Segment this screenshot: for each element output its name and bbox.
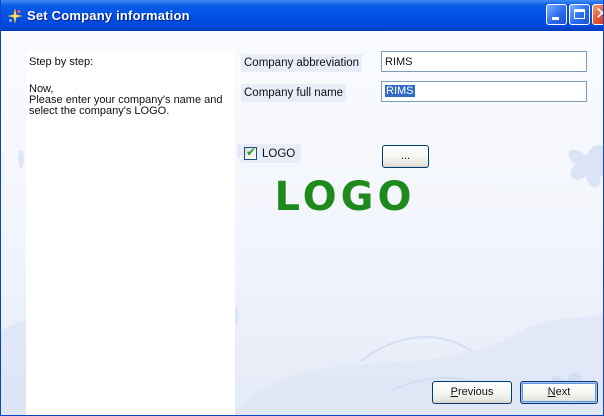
next-hotkey: N <box>547 386 556 398</box>
company-full-name-input[interactable]: RIMS <box>381 81 587 102</box>
next-label-rest: ext <box>555 386 571 398</box>
logo-preview-image: LOGO <box>275 174 416 220</box>
instruction-text: Now, Please enter your company's name an… <box>29 83 223 117</box>
company-abbreviation-label: Company abbreviation <box>241 54 363 72</box>
minimize-button[interactable] <box>546 4 567 25</box>
next-button[interactable]: Next <box>520 381 598 404</box>
logo-checkbox-box[interactable]: ✔ <box>244 145 257 160</box>
logo-preview-text: LOGO <box>275 174 416 220</box>
logo-checkbox-label: LOGO <box>262 147 296 160</box>
maximize-icon <box>574 9 585 19</box>
client-area: Step by step: Now, Please enter your com… <box>1 31 603 415</box>
step-by-step-label: Step by step: <box>29 56 94 68</box>
company-abbreviation-input[interactable] <box>381 51 587 72</box>
close-button[interactable]: ✕ <box>592 4 603 25</box>
window-controls: ✕ <box>546 4 603 25</box>
previous-label-rest: revious <box>457 386 494 398</box>
check-icon: ✔ <box>246 145 257 159</box>
sparkle-star-icon <box>7 8 23 23</box>
set-company-window: Set Company information ✕ <box>0 0 604 416</box>
company-full-name-label: Company full name <box>241 84 347 102</box>
previous-button[interactable]: Previous <box>432 381 512 404</box>
company-full-name-value: RIMS <box>385 85 415 97</box>
previous-hotkey: P <box>450 386 458 398</box>
window-title: Set Company information <box>27 8 190 23</box>
minimize-icon <box>552 17 559 20</box>
maximize-button[interactable] <box>569 4 590 25</box>
close-icon: ✕ <box>595 4 603 24</box>
title-bar[interactable]: Set Company information ✕ <box>1 0 603 31</box>
instruction-panel: Step by step: Now, Please enter your com… <box>26 51 235 415</box>
logo-checkbox[interactable]: ✔ LOGO <box>241 144 301 163</box>
